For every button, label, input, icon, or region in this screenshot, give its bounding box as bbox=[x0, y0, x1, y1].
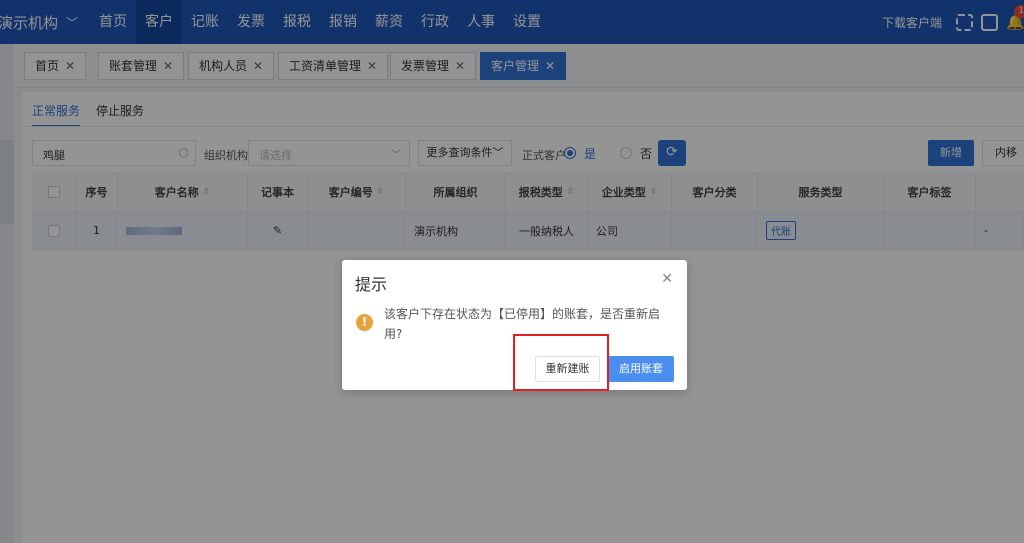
warning-icon: ! bbox=[356, 314, 373, 331]
close-icon[interactable]: ✕ bbox=[661, 271, 673, 287]
dialog-title: 提示 bbox=[355, 275, 388, 294]
annotation-highlight-box bbox=[513, 334, 609, 391]
enable-ledger-button[interactable]: 启用账套 bbox=[608, 356, 674, 382]
